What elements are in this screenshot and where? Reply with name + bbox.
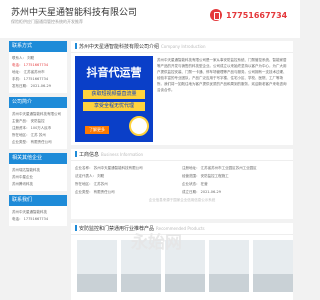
phone-box[interactable]: 17751667734 xyxy=(210,9,287,21)
intro-row: 所在地区： 江苏 苏州 xyxy=(12,133,46,137)
intro-row: 注册资本： 100万人民币 xyxy=(12,126,52,130)
more-box: 联系我们 苏州中天星通智能科技 电话： 17751667734 xyxy=(9,195,67,226)
related-box: 相关其他企业 苏州瑞达智能科技 苏州中星企业 苏州腾讯科技 xyxy=(9,153,67,191)
company-title: 苏州中天星通智能科技有限公司 xyxy=(11,8,138,18)
contact-heading: 联系方式 xyxy=(9,41,67,52)
ad-title: 抖音代运营 xyxy=(86,66,142,79)
more-heading: 联系我们 xyxy=(9,195,67,206)
business-card-title: 工商信息 xyxy=(79,152,100,158)
header-phone[interactable]: 17751667734 xyxy=(226,11,287,20)
related-heading: 相关其他企业 xyxy=(9,153,67,164)
contact-mobile[interactable]: 手机： 17751667734 xyxy=(12,76,64,83)
product-card: 安防监控和门禁通用行业推荐产品 Recommended Products xyxy=(71,223,293,300)
intro-row: 主营产品： 安防监控 xyxy=(12,119,45,123)
biz-cell: 注册地址： 江苏省苏州市工业园区苏州工业园区 xyxy=(182,166,257,170)
intro-card-title: 苏州中天星通智能科技有限公司介绍 xyxy=(79,44,160,50)
ad-banner[interactable]: 抖音代运营 获取短视频垂直流量 享受全程无忧代理 了解更多 xyxy=(75,56,153,142)
contact-date: 发布日期： 2021-06-29 xyxy=(12,84,51,88)
product-image[interactable] xyxy=(209,240,249,292)
biz-cell: 经营范围： 安防监控工程施工 xyxy=(182,174,229,178)
ad-badge-icon xyxy=(129,116,149,136)
intro-card-title-en: Company Introduction xyxy=(161,44,206,49)
ad-line-2: 享受全程无忧代理 xyxy=(83,102,145,111)
contact-box: 联系方式 联系人： 刘聪 电话： 17751667734 地址： 江苏省苏州市 … xyxy=(9,41,67,93)
phone-icon xyxy=(210,9,222,21)
ad-line-1: 获取短视频垂直流量 xyxy=(83,90,145,99)
contact-phone[interactable]: 电话： 17751667734 xyxy=(12,62,64,69)
sidebar: 联系方式 联系人： 刘聪 电话： 17751667734 地址： 江苏省苏州市 … xyxy=(9,41,67,230)
main-content: 苏州中天星通智能科技有限公司介绍 Company Introduction 抖音代… xyxy=(71,41,293,300)
intro-card-heading: 苏州中天星通智能科技有限公司介绍 Company Introduction xyxy=(71,41,293,53)
more-row: 电话： 17751667734 xyxy=(12,217,49,221)
biz-cell: 企业状态： 在营 xyxy=(182,182,208,186)
more-row: 苏州中天星通智能科技 xyxy=(12,210,47,214)
company-intro-heading: 公司简介 xyxy=(9,97,67,108)
business-card: 工商信息 Business Information 企业名称： 苏州中天星通智能科… xyxy=(71,149,293,219)
biz-cell: 企业名称： 苏州中天星通智能科技有限公司 xyxy=(75,166,143,170)
contact-person: 联系人： 刘聪 xyxy=(12,56,35,60)
biz-cell: 成立日期： 2021-06-29 xyxy=(182,190,221,194)
related-link[interactable]: 苏州中星企业 xyxy=(12,174,64,181)
company-intro-box: 公司简介 苏州中天星通智能科技有限公司 主营产品： 安防监控 注册资本： 100… xyxy=(9,97,67,149)
company-description: 苏州中天星通智能科技有限公司是一家从事安防监控系统、门禁管控系统、智能家居等产品… xyxy=(157,57,289,125)
product-image[interactable] xyxy=(77,240,117,292)
business-note: 企业信息来源于国家企业信用信息公示系统 xyxy=(148,198,216,202)
intro-card: 苏州中天星通智能科技有限公司介绍 Company Introduction 抖音代… xyxy=(71,41,293,145)
intro-row: 苏州中天星通智能科技有限公司 xyxy=(12,112,61,116)
related-link[interactable]: 苏州腾讯科技 xyxy=(12,181,64,188)
header: 苏州中天星通智能科技有限公司 保险柜供应门窗通用管控系统的开发推荐 177516… xyxy=(0,0,300,38)
biz-cell: 所在地区： 江苏苏州 xyxy=(75,182,108,186)
contact-address: 地址： 江苏省苏州市 xyxy=(12,70,45,74)
product-card-heading: 安防监控和门禁通用行业推荐产品 Recommended Products xyxy=(71,223,293,235)
related-link[interactable]: 苏州瑞达智能科技 xyxy=(12,167,64,174)
biz-cell: 法定代表人： 刘聪 xyxy=(75,174,105,178)
intro-row: 企业类型： 有限责任公司 xyxy=(12,140,52,144)
company-description-text: 苏州中天星通智能科技有限公司是一家从事安防监控系统、门禁管控系统、智能家居等产品… xyxy=(157,58,287,92)
biz-cell: 企业类型： 有限责任公司 xyxy=(75,190,115,194)
business-card-heading: 工商信息 Business Information xyxy=(71,149,293,161)
company-subtitle: 保险柜供应门窗通用管控系统的开发推荐 xyxy=(11,19,83,24)
watermark: 永始网 xyxy=(131,233,182,253)
ad-learn-more-button[interactable]: 了解更多 xyxy=(85,126,109,134)
product-image[interactable] xyxy=(253,240,293,292)
business-card-title-en: Business Information xyxy=(101,152,144,157)
business-table: 企业名称： 苏州中天星通智能科技有限公司 注册地址： 江苏省苏州市工业园区苏州工业… xyxy=(71,161,293,207)
